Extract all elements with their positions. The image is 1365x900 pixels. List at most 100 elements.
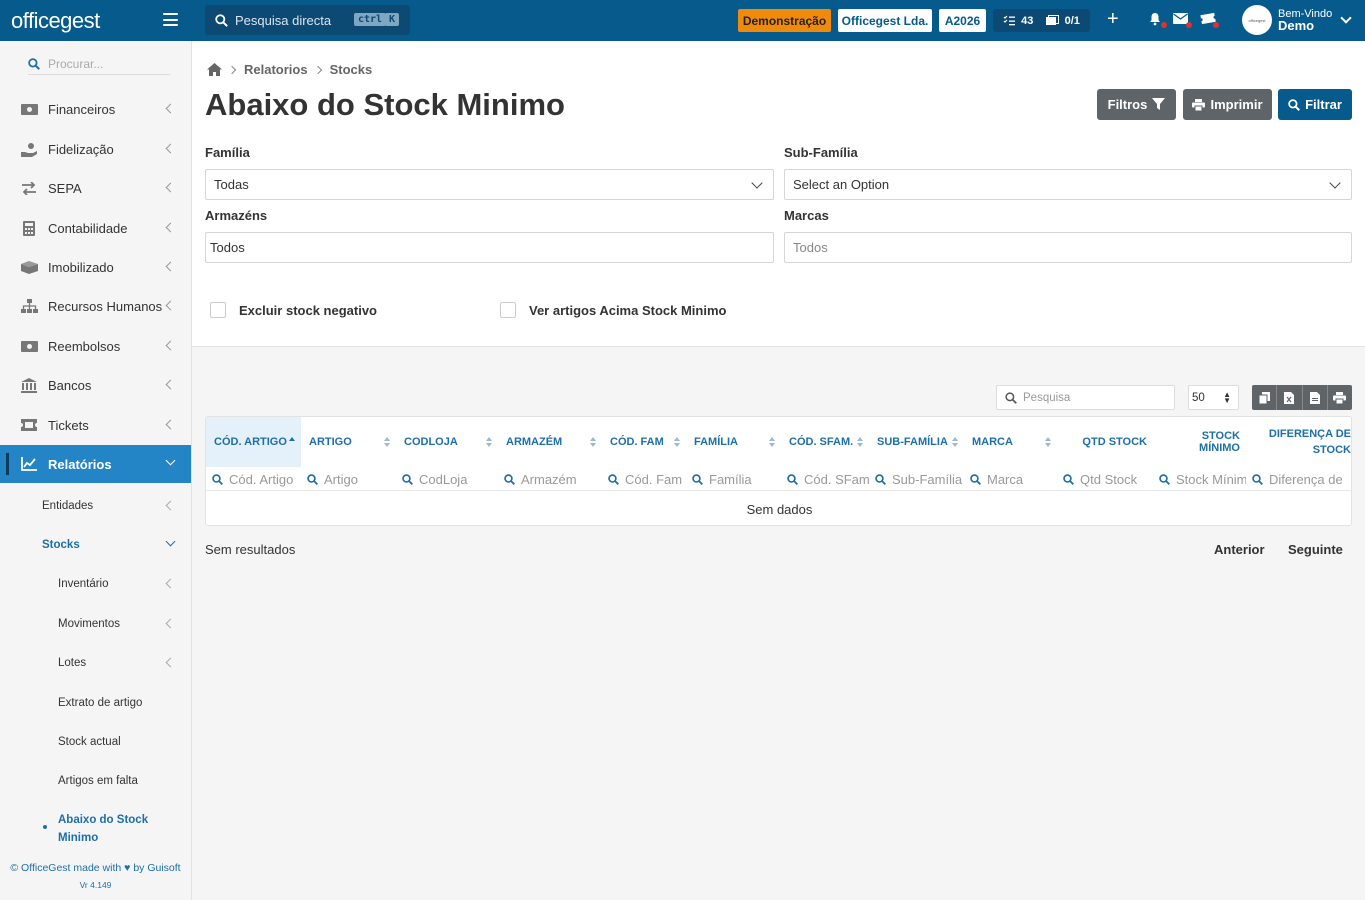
- mail-icon[interactable]: [1173, 12, 1192, 28]
- demo-badge[interactable]: Demonstração: [738, 9, 831, 32]
- column-label: STOCK MÍNIMO: [1199, 430, 1240, 454]
- search-icon: [1159, 473, 1170, 485]
- sidebar-item-sepa[interactable]: SEPA: [0, 169, 191, 207]
- subfamilia-select[interactable]: Select an Option: [784, 169, 1352, 200]
- excel-button[interactable]: [1277, 385, 1303, 410]
- filtros-button[interactable]: Filtros: [1097, 89, 1176, 120]
- sidebar-item-movimentos[interactable]: Movimentos: [0, 605, 191, 643]
- sidebar-item-label: Stocks: [42, 539, 80, 551]
- column-header-cod-fam[interactable]: CÓD. FAM: [602, 417, 686, 467]
- filter-cod-fam-input[interactable]: Cód. Fam: [602, 467, 686, 491]
- sidebar-item-relatorios[interactable]: Relatórios: [0, 445, 191, 483]
- filter-cod-sfam-input[interactable]: Cód. SFam: [781, 467, 869, 491]
- excluir-stock-negativo-checkbox[interactable]: Excluir stock negativo: [210, 302, 377, 318]
- table-search-input[interactable]: Pesquisa: [996, 385, 1175, 410]
- column-header-marca[interactable]: MARCA: [964, 417, 1057, 467]
- sidebar-item-entidades[interactable]: Entidades: [0, 487, 191, 525]
- search-icon: [307, 473, 318, 485]
- excel-icon: [1284, 391, 1295, 404]
- next-page-button[interactable]: Seguinte: [1288, 542, 1343, 557]
- filter-cod-artigo-input[interactable]: Cód. Artigo: [206, 467, 301, 491]
- filter-marca-input[interactable]: Marca: [964, 467, 1057, 491]
- sidebar-item-recursos-humanos[interactable]: Recursos Humanos: [0, 287, 191, 325]
- sidebar-item-lotes[interactable]: Lotes: [0, 644, 191, 682]
- sidebar-item-stock-actual[interactable]: Stock actual: [0, 723, 191, 761]
- user-menu[interactable]: officegest Bem-Vindo Demo: [1242, 5, 1352, 35]
- column-header-armazem[interactable]: ARMAZÉM: [498, 417, 602, 467]
- column-label: QTD STOCK: [1082, 436, 1147, 448]
- checkbox-box[interactable]: [210, 302, 226, 318]
- filter-familia-input[interactable]: Família: [686, 467, 781, 491]
- checkbox-box[interactable]: [500, 302, 516, 318]
- column-header-sub-familia[interactable]: SUB-FAMÍLIA: [869, 417, 964, 467]
- menu-toggle-icon[interactable]: [163, 13, 178, 26]
- column-header-diferenca-stock[interactable]: DIFERENÇA DE STOCK: [1246, 417, 1351, 467]
- search-icon: [402, 473, 413, 485]
- add-icon[interactable]: +: [1107, 9, 1119, 29]
- filter-placeholder: Qtd Stock: [1080, 471, 1138, 487]
- sort-icon: [590, 437, 596, 447]
- filtrar-button[interactable]: Filtrar: [1278, 89, 1352, 120]
- global-search-input[interactable]: Pesquisa directa ctrl K: [205, 5, 410, 35]
- transfer-icon: [20, 181, 38, 195]
- filter-stock-minimo-input[interactable]: Stock Mínimo: [1153, 467, 1246, 491]
- imprimir-button[interactable]: Imprimir: [1183, 89, 1272, 120]
- previous-page-button[interactable]: Anterior: [1214, 542, 1265, 557]
- print-button[interactable]: [1327, 385, 1352, 410]
- year-badge[interactable]: A2026: [939, 9, 986, 32]
- company-badge[interactable]: Officegest Lda.: [838, 9, 932, 32]
- sidebar-item-reembolsos[interactable]: Reembolsos: [0, 327, 191, 365]
- filter-qtd-stock-input[interactable]: Qtd Stock: [1057, 467, 1153, 491]
- filter-codloja-input[interactable]: CodLoja: [396, 467, 498, 491]
- search-icon: [787, 473, 798, 485]
- filter-placeholder: CodLoja: [419, 471, 468, 487]
- filter-armazem-input[interactable]: Armazém: [498, 467, 602, 491]
- sidebar-item-bancos[interactable]: Bancos: [0, 366, 191, 404]
- home-icon[interactable]: [207, 63, 222, 76]
- sidebar-item-contabilidade[interactable]: Contabilidade: [0, 209, 191, 247]
- bell-icon[interactable]: [1148, 12, 1167, 28]
- breadcrumb-item[interactable]: Relatorios: [244, 62, 308, 77]
- armazens-select[interactable]: Todos: [205, 232, 774, 263]
- column-header-artigo[interactable]: ARTIGO: [301, 417, 396, 467]
- sidebar-search-input[interactable]: Procurar...: [28, 53, 170, 75]
- calculator-icon: [20, 220, 38, 236]
- column-header-codloja[interactable]: CODLOJA: [396, 417, 498, 467]
- sidebar-item-abaixo-stock-minimo[interactable]: Abaixo do Stock Minimo: [0, 811, 191, 847]
- logo[interactable]: officegest: [0, 0, 192, 41]
- marcas-select[interactable]: Todos: [784, 232, 1352, 263]
- sidebar-item-artigos-em-falta[interactable]: Artigos em falta: [0, 762, 191, 800]
- column-header-cod-artigo[interactable]: CÓD. ARTIGO: [206, 417, 301, 467]
- filter-sub-familia-input[interactable]: Sub-Família: [869, 467, 964, 491]
- filter-artigo-input[interactable]: Artigo: [301, 467, 396, 491]
- column-header-qtd-stock[interactable]: QTD STOCK: [1057, 417, 1153, 467]
- counters[interactable]: 43 0/1: [993, 9, 1090, 32]
- pdf-button[interactable]: [1302, 385, 1328, 410]
- sidebar-item-imobilizado[interactable]: Imobilizado: [0, 248, 191, 286]
- page-size-select[interactable]: 50 ▲ ▼: [1188, 385, 1239, 410]
- sidebar-item-tickets[interactable]: Tickets: [0, 406, 191, 444]
- sidebar-item-label: Financeiros: [48, 101, 116, 117]
- column-header-stock-minimo[interactable]: STOCK MÍNIMO: [1153, 417, 1246, 467]
- sidebar-item-extrato-artigo[interactable]: Extrato de artigo: [0, 684, 191, 722]
- sidebar-item-inventario[interactable]: Inventário: [0, 565, 191, 603]
- ticket-alert-icon[interactable]: [1200, 12, 1219, 28]
- filter-diferenca-input[interactable]: Diferença de: [1246, 467, 1351, 491]
- breadcrumb-item[interactable]: Stocks: [330, 62, 373, 77]
- column-header-familia[interactable]: FAMÍLIA: [686, 417, 781, 467]
- sidebar-item-stocks[interactable]: Stocks: [0, 526, 191, 564]
- filter-placeholder: Cód. Fam: [625, 471, 683, 487]
- copy-button[interactable]: [1252, 385, 1278, 410]
- filter-placeholder: Cód. Artigo: [229, 471, 294, 487]
- familia-select[interactable]: Todas: [205, 169, 774, 200]
- tasks-counter[interactable]: 43: [1003, 15, 1033, 27]
- sidebar-item-financeiros[interactable]: Financeiros: [0, 90, 191, 128]
- ver-label: Ver artigos Acima Stock Minimo: [529, 302, 727, 318]
- docs-counter[interactable]: 0/1: [1045, 15, 1080, 27]
- column-label: ARTIGO: [309, 436, 352, 448]
- sidebar-item-fidelizacao[interactable]: Fidelização: [0, 130, 191, 168]
- bank-icon: [20, 377, 38, 393]
- ver-acima-stock-checkbox[interactable]: Ver artigos Acima Stock Minimo: [500, 302, 726, 318]
- column-header-cod-sfam[interactable]: CÓD. SFAM.: [781, 417, 869, 467]
- column-label: DIFERENÇA DE: [1268, 428, 1351, 440]
